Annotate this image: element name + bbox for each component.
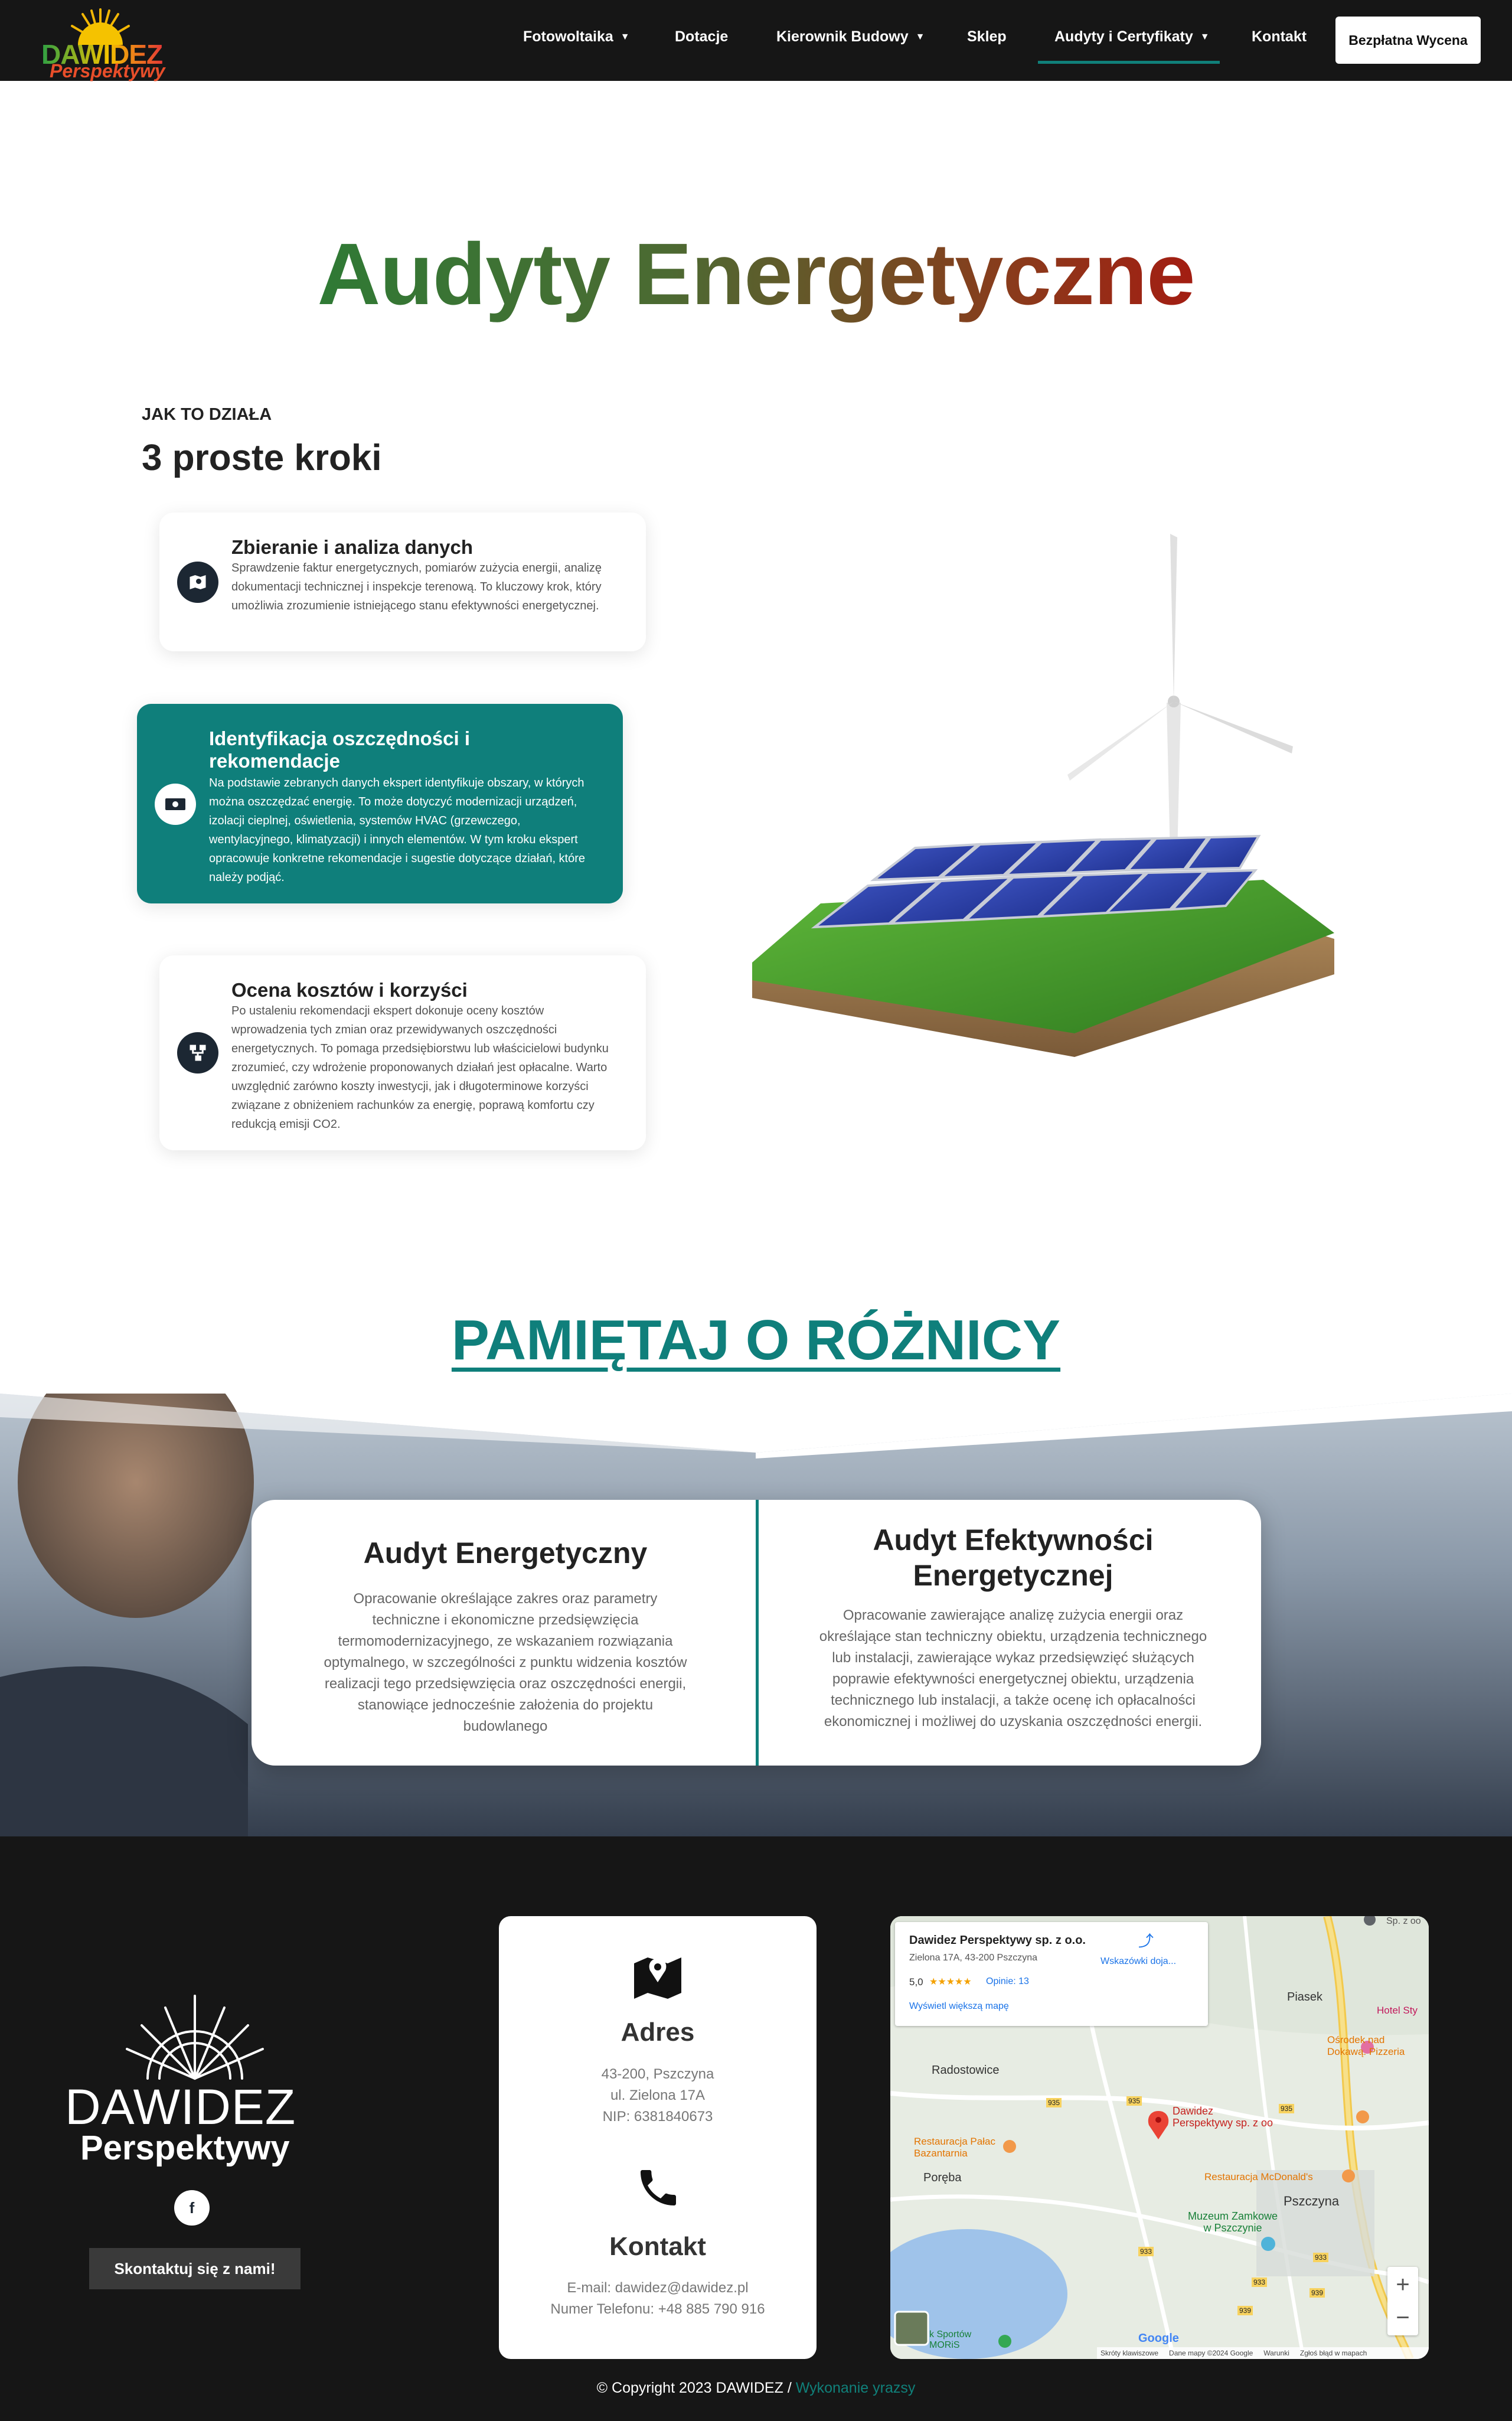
chevron-down-icon: ▼ (620, 32, 630, 43)
road-number: 933 (1313, 2253, 1329, 2262)
network-icon (177, 1032, 218, 1074)
nav-kontakt[interactable]: Kontakt (1252, 28, 1307, 45)
map-data-text: Dane mapy ©2024 Google (1169, 2349, 1253, 2357)
site-header: DAWIDEZ Perspektywy Fotowoltaika ▼ Dotacj… (0, 0, 1512, 81)
road-number: 939 (1309, 2288, 1325, 2298)
map-pin-label: Dawidez Perspektywy sp. z oo (1173, 2105, 1273, 2129)
free-quote-button[interactable]: Bezpłatna Wycena (1335, 17, 1481, 64)
map-place-label: Piasek (1287, 1991, 1323, 2004)
nav-fotowoltaika[interactable]: Fotowoltaika ▼ (523, 28, 630, 45)
step-text: Sprawdzenie faktur energetycznych, pomia… (231, 562, 602, 612)
map-place-label: Restauracja Pałac Bazantarnia (914, 2136, 995, 2159)
map-attribution: Skróty klawiszowe Dane mapy ©2024 Google… (1097, 2347, 1429, 2359)
facebook-icon[interactable]: f (174, 2190, 210, 2226)
step-card-cost-benefit: Ocena kosztów i korzyści Po ustaleniu re… (159, 955, 646, 1150)
road-number: 933 (1138, 2247, 1154, 2256)
nav-label: Fotowoltaika (523, 28, 613, 45)
map-place-label: Sp. z oo (1386, 1916, 1421, 1926)
address-line: 43-200, Pszczyna (601, 2066, 714, 2082)
phone-text[interactable]: Numer Telefonu: +48 885 790 916 (499, 2299, 817, 2320)
phone-icon (641, 2170, 676, 2205)
nav-sklep[interactable]: Sklep (967, 28, 1007, 45)
step-text: Na podstawie zebranych danych ekspert id… (209, 776, 586, 884)
nav-label: Dotacje (675, 28, 729, 45)
address-line: ul. Zielona 17A (610, 2087, 706, 2103)
google-logo: Google (1138, 2332, 1179, 2345)
map-place-label: Muzeum Zamkowe w Pszczynie (1188, 2210, 1278, 2234)
larger-map-link[interactable]: Wyświetl większą mapę (909, 2001, 1009, 2012)
footer-logo-text: DAWIDEZ (65, 2079, 296, 2135)
site-logo[interactable]: DAWIDEZ Perspektywy (41, 6, 165, 81)
map-place-label: Restauracja McDonald's (1204, 2171, 1313, 2182)
chevron-down-icon: ▼ (1200, 32, 1210, 43)
chevron-down-icon: ▼ (915, 32, 925, 43)
map-stars: ★★★★★ (929, 1977, 972, 1987)
address-line: NIP: 6381840673 (602, 2109, 713, 2125)
contact-us-button[interactable]: Skontaktuj się z nami! (89, 2248, 301, 2289)
road-number: 939 (1237, 2306, 1253, 2315)
step-title: Identyfikacja oszczędności i rekomendacj… (209, 727, 470, 772)
map-place-label: Pszczyna (1284, 2194, 1340, 2208)
copyright-text: © Copyright 2023 DAWIDEZ / Wykonanie yra… (596, 2380, 916, 2396)
nav-label: Kierownik Budowy (776, 28, 909, 45)
map-place-label: Radostowice (932, 2064, 1000, 2077)
google-map-embed[interactable]: Dawidez Perspektywy sp. z o.o. Zielona 1… (890, 1916, 1429, 2359)
road-number: 935 (1126, 2096, 1142, 2106)
directions-link[interactable]: Wskazówki doja... (1100, 1956, 1176, 1967)
step-text: Po ustaleniu rekomendacji ekspert dokonu… (231, 1004, 609, 1131)
zoom-out-button[interactable]: − (1387, 2301, 1418, 2334)
energy-audit-title: Audyt Energetyczny (363, 1536, 648, 1570)
money-icon (155, 784, 196, 825)
zoom-in-button[interactable]: + (1387, 2268, 1418, 2301)
report-error-link[interactable]: Zgłoś błąd w mapach (1300, 2349, 1367, 2357)
nav-label: Audyty i Certyfikaty (1054, 28, 1193, 45)
step-title: Ocena kosztów i korzyści (231, 979, 468, 1001)
email-text[interactable]: E-mail: dawidez@dawidez.pl (499, 2278, 817, 2299)
nav-dotacje[interactable]: Dotacje (675, 28, 728, 45)
nav-kierownik-budowy[interactable]: Kierownik Budowy ▼ (776, 28, 925, 45)
directions-icon[interactable]: ⤴ (1138, 1929, 1154, 1951)
map-place-label: Poręba (923, 2171, 962, 2184)
audit-comparison-box: Audyt Energetyczny Opracowanie określają… (252, 1500, 1261, 1766)
page-title: Audyty Energetyczne (317, 226, 1195, 323)
energy-audit-text: Opracowanie określające zakres oraz para… (324, 1591, 687, 1734)
footer-logo-subtext: Perspektywy (80, 2129, 290, 2167)
difference-heading: PAMIĘTAJ O RÓŻNICY (451, 1309, 1061, 1372)
map-place-label: k Sportów MORiS (929, 2329, 972, 2350)
road-number: 935 (1279, 2104, 1295, 2113)
footer-logo[interactable]: DAWIDEZ Perspektywy (59, 1990, 331, 2167)
address-contact-card: Adres 43-200, Pszczyna ul. Zielona 17A N… (499, 1916, 817, 2359)
map-place-name: Dawidez Perspektywy sp. z o.o. (909, 1934, 1086, 1947)
map-analysis-icon (177, 562, 218, 603)
address-heading: Adres (621, 2018, 695, 2047)
map-place-label: Hotel Sty (1377, 2005, 1418, 2016)
step-card-data-analysis: Zbieranie i analiza danych Sprawdzenie f… (159, 513, 646, 651)
credit-link[interactable]: Wykonanie yrazsy (796, 2380, 916, 2396)
logo-subtext: Perspektywy (50, 60, 165, 81)
map-rating: 5,0 (909, 1976, 923, 1988)
contact-heading: Kontakt (609, 2232, 706, 2261)
map-reviews-link[interactable]: Opinie: 13 (986, 1976, 1029, 1987)
efficiency-audit-text: Opracowanie zawierające analizę zużycia … (819, 1607, 1207, 1730)
efficiency-audit-title: Audyt Efektywności Energetycznej (873, 1523, 1154, 1592)
terms-link[interactable]: Warunki (1263, 2349, 1289, 2357)
wind-solar-illustration (752, 534, 1334, 1057)
road-number: 933 (1252, 2278, 1268, 2287)
map-place-address: Zielona 17A, 43-200 Pszczyna (909, 1953, 1038, 1963)
map-location-icon (634, 1957, 681, 1999)
section-kicker: JAK TO DZIAŁA (142, 405, 272, 424)
nav-active-indicator (1038, 61, 1220, 64)
step-card-savings: Identyfikacja oszczędności i rekomendacj… (137, 704, 623, 903)
step-title: Zbieranie i analiza danych (231, 536, 473, 558)
keyboard-shortcuts-link[interactable]: Skróty klawiszowe (1100, 2349, 1158, 2357)
map-place-label: Ośrodek nad Dokawą. Pizzeria (1327, 2034, 1405, 2057)
nav-audyty-certyfikaty[interactable]: Audyty i Certyfikaty ▼ (1054, 28, 1210, 45)
road-number: 935 (1046, 2098, 1062, 2107)
nav-label: Sklep (967, 28, 1007, 45)
steps-heading: 3 proste kroki (142, 438, 382, 478)
column-divider (756, 1500, 759, 1766)
nav-label: Kontakt (1252, 28, 1307, 45)
